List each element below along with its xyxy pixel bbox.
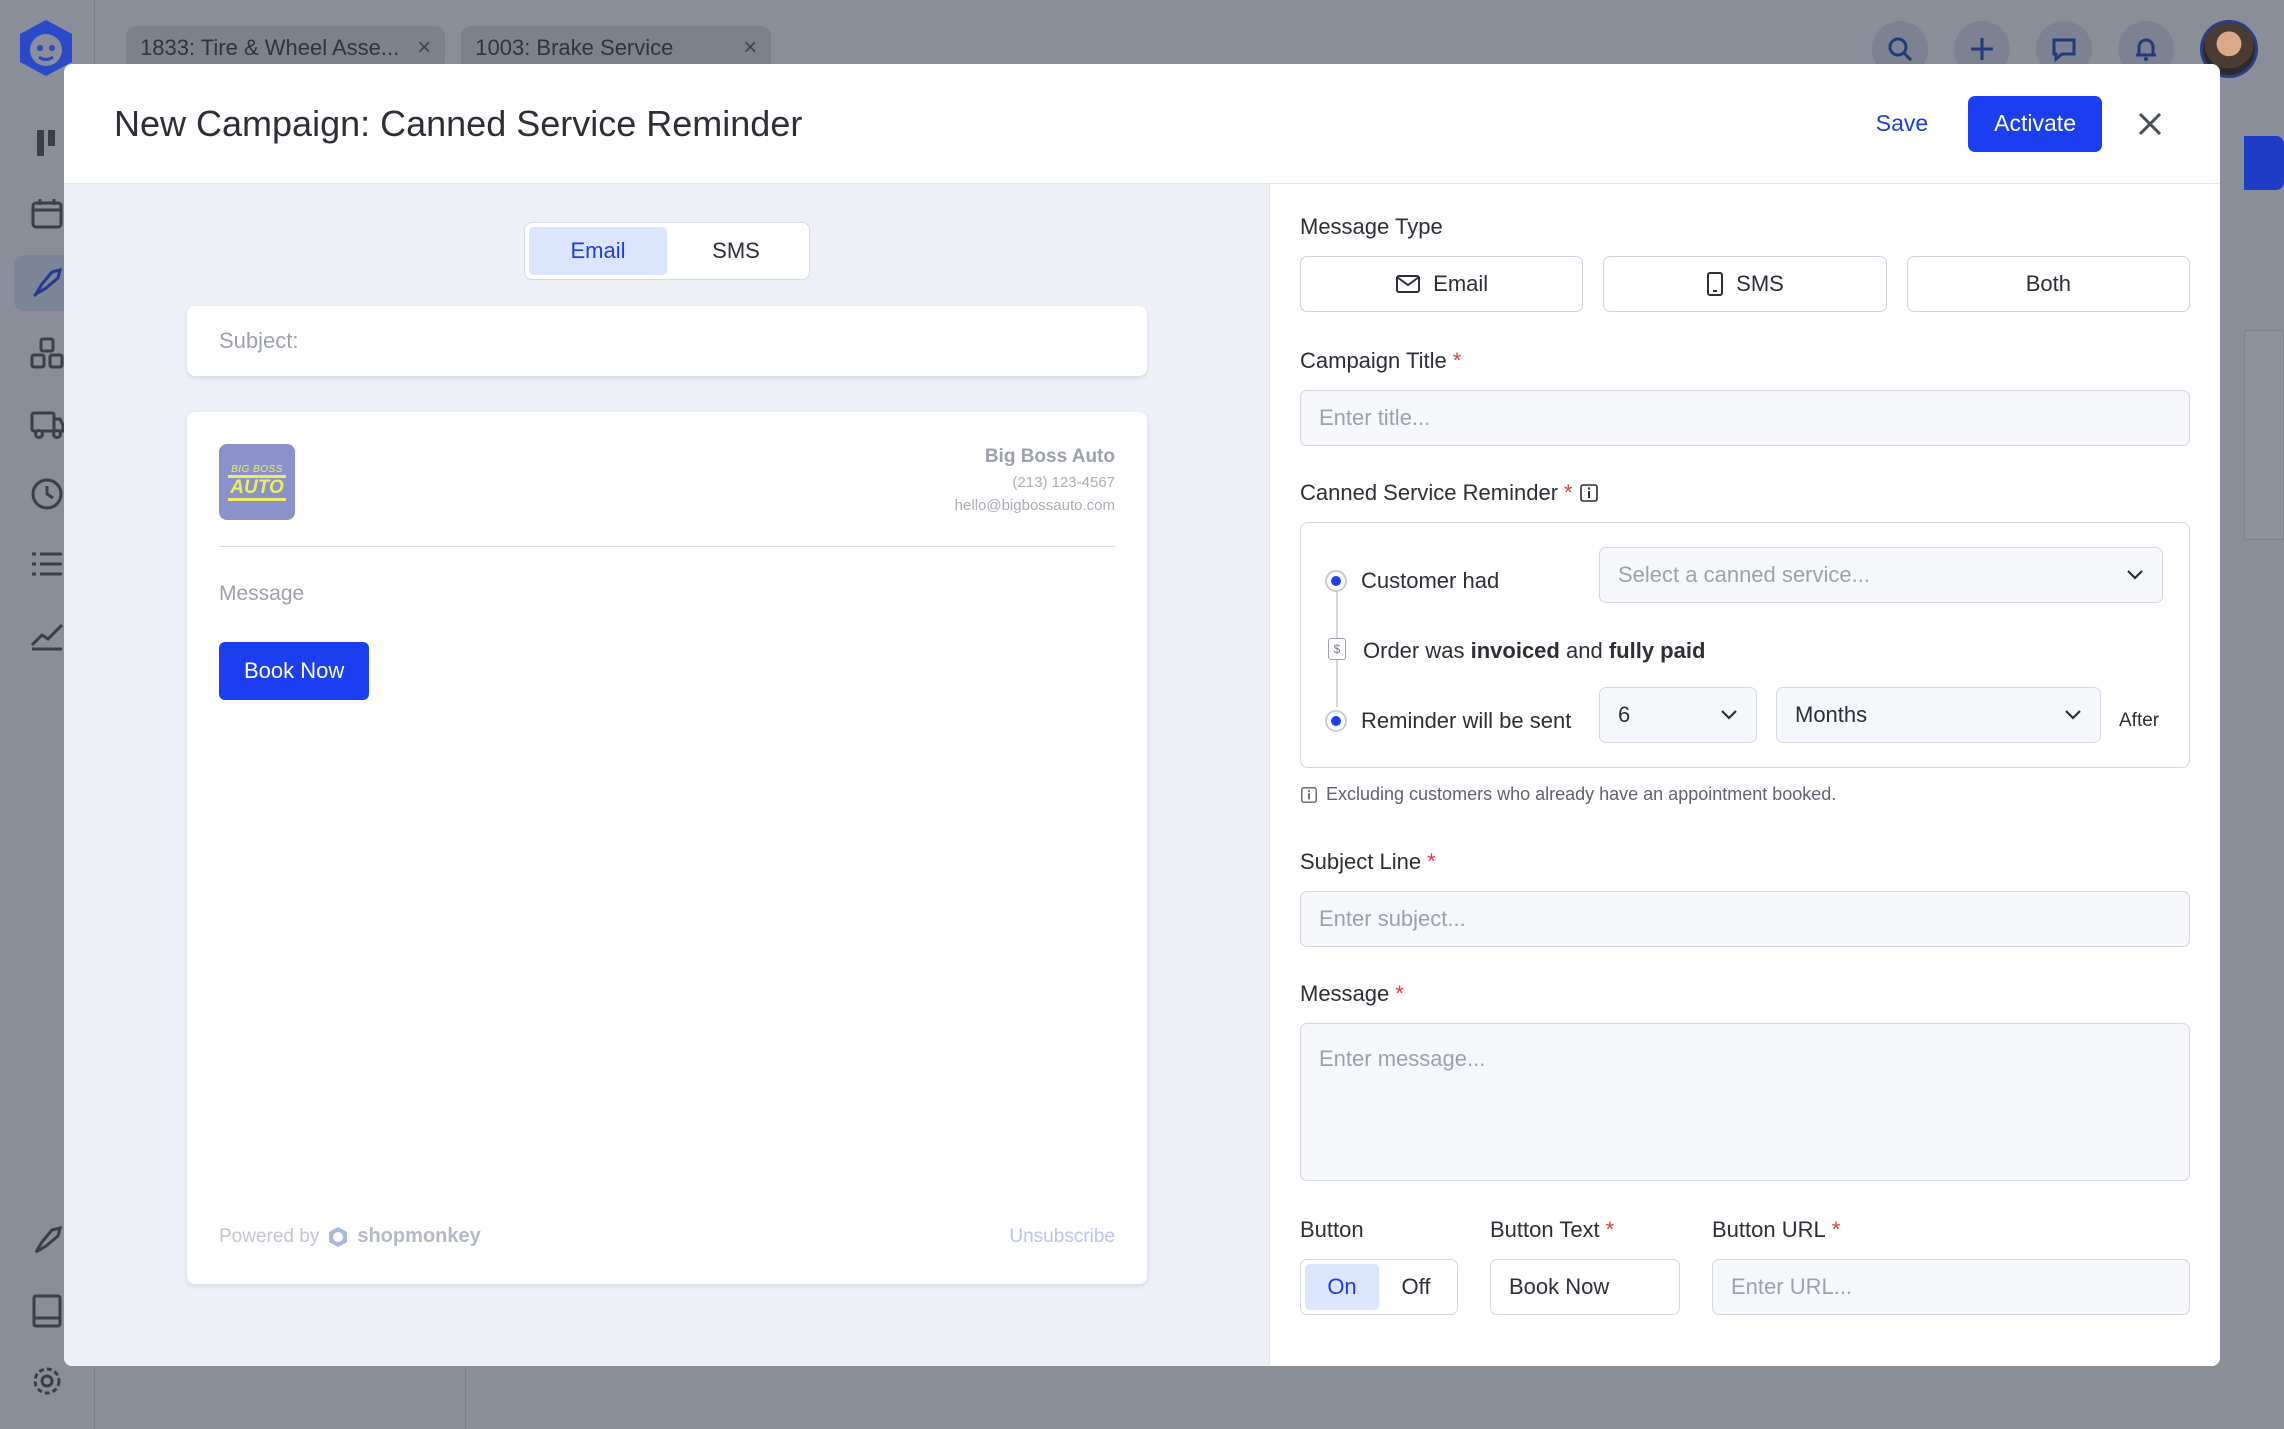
phone-icon — [1707, 272, 1724, 296]
shop-phone: (213) 123-4567 — [1012, 474, 1115, 491]
info-icon[interactable] — [1579, 483, 1599, 503]
button-url-input[interactable]: Enter URL... — [1712, 1259, 2190, 1315]
preview-subject: Subject: — [187, 306, 1147, 376]
message-label: Message * — [1300, 981, 1404, 1006]
order-status-row: Order was invoiced and fully paid — [1363, 638, 1706, 663]
unsubscribe-link: Unsubscribe — [1009, 1225, 1115, 1247]
required-mark: * — [1605, 1217, 1615, 1242]
campaign-title-input[interactable]: Enter title... — [1300, 390, 2190, 446]
dollar-icon: $ — [1328, 638, 1346, 660]
button-off-option[interactable]: Off — [1379, 1264, 1453, 1310]
tab-label: 1003: Brake Service — [475, 35, 674, 60]
board-icon[interactable] — [28, 124, 66, 162]
button-url-label: Button URL * — [1712, 1217, 1841, 1242]
subject-line-label: Subject Line * — [1300, 849, 1436, 874]
button-toggle: On Off — [1300, 1259, 1458, 1315]
tab-email-preview[interactable]: Email — [529, 227, 667, 275]
powered-by: Powered by shopmonkey — [219, 1225, 481, 1247]
customer-had-row: Customer had — [1325, 553, 1499, 609]
message-textarea[interactable]: Enter message... — [1300, 1023, 2190, 1181]
divider — [219, 546, 1115, 547]
parts-icon[interactable] — [28, 335, 66, 373]
message-type-email-button[interactable]: Email — [1300, 256, 1584, 312]
preview-toggle: Email SMS — [524, 222, 810, 280]
reminder-label: Canned Service Reminder * — [1300, 480, 2190, 506]
brand-name: shopmonkey — [357, 1225, 481, 1247]
activate-button[interactable]: Activate — [1968, 95, 2102, 152]
button-on-option[interactable]: On — [1305, 1264, 1379, 1310]
after-label: After — [2119, 710, 2160, 731]
chevron-down-icon — [2065, 710, 2081, 720]
message-type-both-button[interactable]: Both — [1906, 256, 2190, 312]
button-text-label: Button Text * — [1490, 1217, 1615, 1242]
vehicle-icon[interactable] — [28, 405, 66, 443]
list-icon[interactable] — [28, 545, 66, 583]
modal-header: New Campaign: Canned Service Reminder Sa… — [64, 64, 2220, 184]
shop-info: Big Boss Auto (213) 123-4567 hello@bigbo… — [955, 446, 1115, 514]
calendar-icon[interactable] — [28, 195, 66, 233]
preview-message: Message — [219, 582, 305, 605]
customer-had-label: Customer had — [1361, 568, 1500, 593]
interval-value-select[interactable]: 6 — [1599, 687, 1757, 743]
radio-customer-had[interactable] — [1325, 570, 1347, 592]
button-settings: Button On Off Button Text * Book Now Butt… — [1300, 1217, 2190, 1315]
preview-footer: Powered by shopmonkey Unsubscribe — [219, 1225, 1115, 1248]
required-mark: * — [1831, 1217, 1841, 1242]
modal-title: New Campaign: Canned Service Reminder — [114, 102, 803, 144]
shop-logo: BIG BOSS AUTO — [219, 444, 295, 520]
subject-line-input[interactable]: Enter subject... — [1300, 891, 2190, 947]
required-mark: * — [1452, 348, 1462, 373]
canned-service-select[interactable]: Select a canned service... — [1599, 547, 2163, 603]
chevron-down-icon — [2127, 570, 2143, 580]
info-icon — [1301, 786, 1317, 803]
required-mark: * — [1395, 981, 1404, 1006]
background-action-button — [2244, 136, 2284, 190]
preview-book-now-button: Book Now — [219, 642, 370, 700]
required-mark: * — [1427, 849, 1436, 874]
shop-email: hello@bigbossauto.com — [954, 497, 1115, 514]
reminder-config: Customer had Select a canned service... … — [1300, 522, 2190, 768]
clock-icon[interactable] — [28, 475, 66, 513]
close-icon[interactable]: × — [417, 34, 431, 62]
preview-pane: Email SMS Subject: BIG BOSS AUTO Big Bos… — [64, 184, 1270, 1366]
book-icon[interactable] — [28, 1292, 66, 1330]
rocket-icon — [32, 267, 63, 298]
required-mark: * — [1564, 480, 1573, 505]
reminder-sent-row: Reminder will be sent — [1325, 693, 1571, 749]
settings-gear-icon[interactable] — [28, 1362, 66, 1400]
subject-label: Subject: — [219, 328, 299, 353]
launch-icon[interactable] — [28, 1222, 66, 1260]
close-icon[interactable] — [2130, 104, 2170, 144]
message-type-sms-button[interactable]: SMS — [1603, 256, 1887, 312]
shop-name: Big Boss Auto — [984, 446, 1115, 467]
chevron-down-icon — [1721, 710, 1737, 720]
interval-unit-select[interactable]: Months — [1776, 687, 2101, 743]
campaign-form: Message Type Email SMS Both Campaign Tit… — [1270, 184, 2220, 1366]
tab-label: 1833: Tire & Wheel Asse... — [140, 35, 400, 60]
button-label: Button — [1300, 1217, 1364, 1242]
background-panel — [2244, 330, 2284, 540]
radio-reminder-sent[interactable] — [1325, 710, 1347, 732]
mail-icon — [1396, 275, 1421, 293]
close-icon[interactable]: × — [743, 34, 757, 62]
save-button[interactable]: Save — [1876, 110, 1928, 137]
button-text-input[interactable]: Book Now — [1490, 1259, 1680, 1315]
chart-icon[interactable] — [28, 615, 66, 653]
message-type-options: Email SMS Both — [1300, 256, 2190, 312]
tab-sms-preview[interactable]: SMS — [667, 227, 805, 275]
message-type-label: Message Type — [1300, 214, 1443, 239]
email-preview-card: BIG BOSS AUTO Big Boss Auto (213) 123-45… — [187, 412, 1147, 1284]
exclusion-note: Excluding customers who already have an … — [1300, 784, 2190, 805]
shopmonkey-icon — [329, 1226, 348, 1247]
reminder-sent-label: Reminder will be sent — [1361, 708, 1572, 733]
campaign-modal: New Campaign: Canned Service Reminder Sa… — [64, 64, 2220, 1366]
campaign-title-label: Campaign Title * — [1300, 348, 1462, 373]
